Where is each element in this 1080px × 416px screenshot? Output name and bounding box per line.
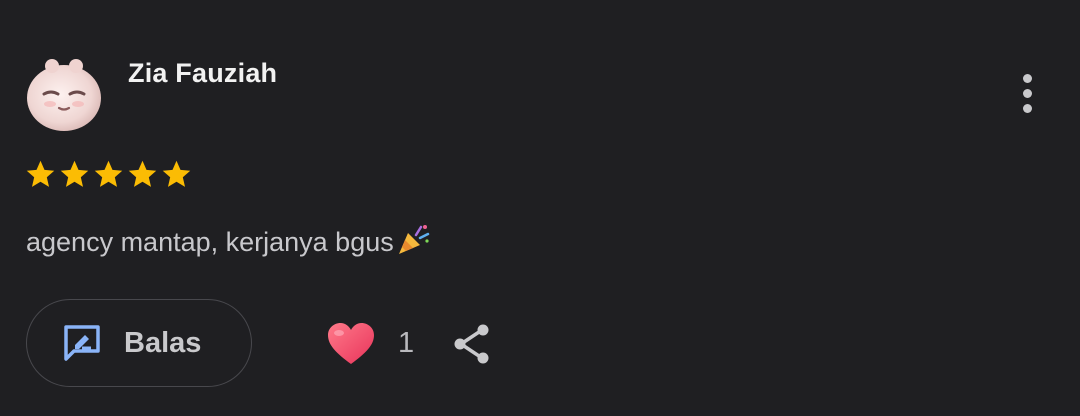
review-text: agency mantap, kerjanya bgus <box>26 227 394 257</box>
party-popper-icon <box>398 224 429 254</box>
star-icon <box>26 160 55 187</box>
star-icon <box>94 160 123 187</box>
reply-icon <box>64 325 100 361</box>
like-count: 1 <box>398 327 415 359</box>
author-name[interactable]: Zia Fauziah <box>128 58 277 89</box>
star-rating <box>24 158 193 191</box>
more-options-icon[interactable] <box>1014 70 1042 118</box>
avatar[interactable] <box>26 58 102 132</box>
star-icon <box>128 160 157 187</box>
like-heart-icon[interactable] <box>326 322 376 366</box>
star-icon <box>162 160 191 187</box>
reply-button[interactable]: Balas <box>26 299 252 387</box>
star-icon <box>60 160 89 187</box>
review-text-row: agency mantap, kerjanya bgus <box>26 224 432 258</box>
share-icon[interactable] <box>451 322 493 366</box>
reply-label: Balas <box>124 326 202 359</box>
